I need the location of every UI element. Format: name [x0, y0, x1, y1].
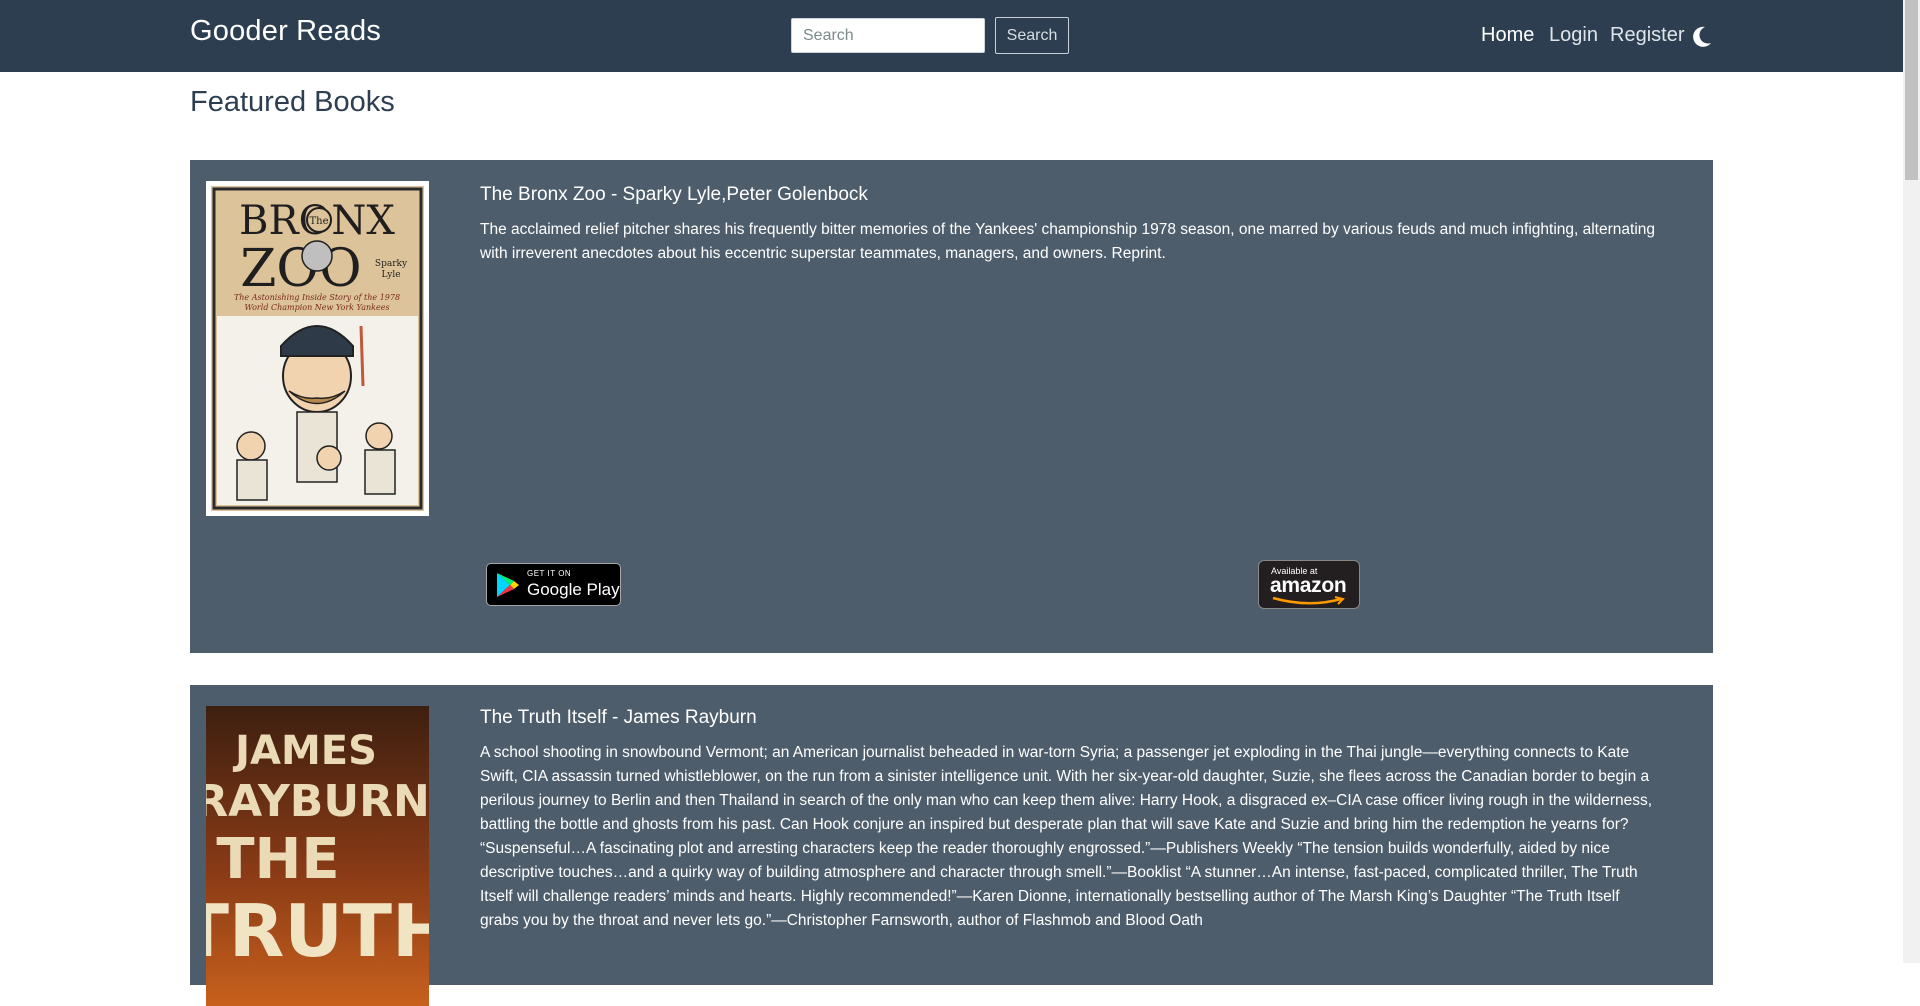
google-play-label: Google Play	[527, 580, 620, 599]
book-card: BRONX The ZOO Sparky Lyle The Astonishin…	[190, 160, 1713, 653]
cover-subtitle-2: World Champion New York Yankees	[244, 303, 389, 312]
book-cover-illustration: JAMES RAYBURN THE TRUTH	[206, 706, 429, 1006]
book-title[interactable]: The Truth Itself - James Rayburn	[480, 707, 757, 729]
scrollbar-thumb[interactable]	[1905, 0, 1918, 180]
cover-title-the: THE	[216, 827, 339, 892]
book-title[interactable]: The Bronx Zoo - Sparky Lyle,Peter Golenb…	[480, 184, 868, 206]
cover-author-first: JAMES	[232, 728, 377, 774]
scrollbar[interactable]	[1903, 0, 1920, 963]
book-cover-image[interactable]: JAMES RAYBURN THE TRUTH	[206, 706, 429, 1006]
nav-links: Home Login Register	[0, 24, 1920, 50]
page-title: Featured Books	[190, 86, 395, 118]
book-description: A school shooting in snowbound Vermont; …	[480, 744, 1653, 929]
book-cover-image[interactable]: BRONX The ZOO Sparky Lyle The Astonishin…	[206, 181, 429, 516]
moon-icon[interactable]	[1692, 26, 1712, 48]
navbar: Gooder Reads Search Home Login Register	[0, 0, 1920, 72]
book-card: JAMES RAYBURN THE TRUTH The Truth Itself…	[190, 685, 1713, 1006]
amazon-label: amazon	[1270, 574, 1347, 597]
cover-title-the: The	[309, 216, 328, 227]
amazon-button[interactable]: Available at amazon	[1258, 560, 1360, 609]
nav-register-link[interactable]: Register	[1610, 24, 1684, 47]
google-play-caption: GET IT ON	[527, 569, 572, 578]
cover-author-1: Sparky	[375, 259, 408, 269]
cover-author-2: Lyle	[381, 270, 400, 280]
nav-login-link[interactable]: Login	[1549, 24, 1598, 47]
cover-title-main: TRUTH	[206, 889, 429, 973]
google-play-icon	[497, 573, 519, 597]
cover-title-line2: ZOO	[240, 239, 361, 299]
cover-author-last: RAYBURN	[206, 776, 429, 827]
amazon-smile-icon	[1272, 596, 1345, 605]
google-play-button[interactable]: GET IT ON Google Play	[486, 563, 621, 606]
cover-subtitle-1: The Astonishing Inside Story of the 1978	[234, 293, 400, 302]
nav-home-link[interactable]: Home	[1481, 24, 1534, 47]
book-description: The acclaimed relief pitcher shares his …	[480, 221, 1656, 262]
book-cover-illustration: BRONX The ZOO Sparky Lyle The Astonishin…	[211, 186, 424, 511]
